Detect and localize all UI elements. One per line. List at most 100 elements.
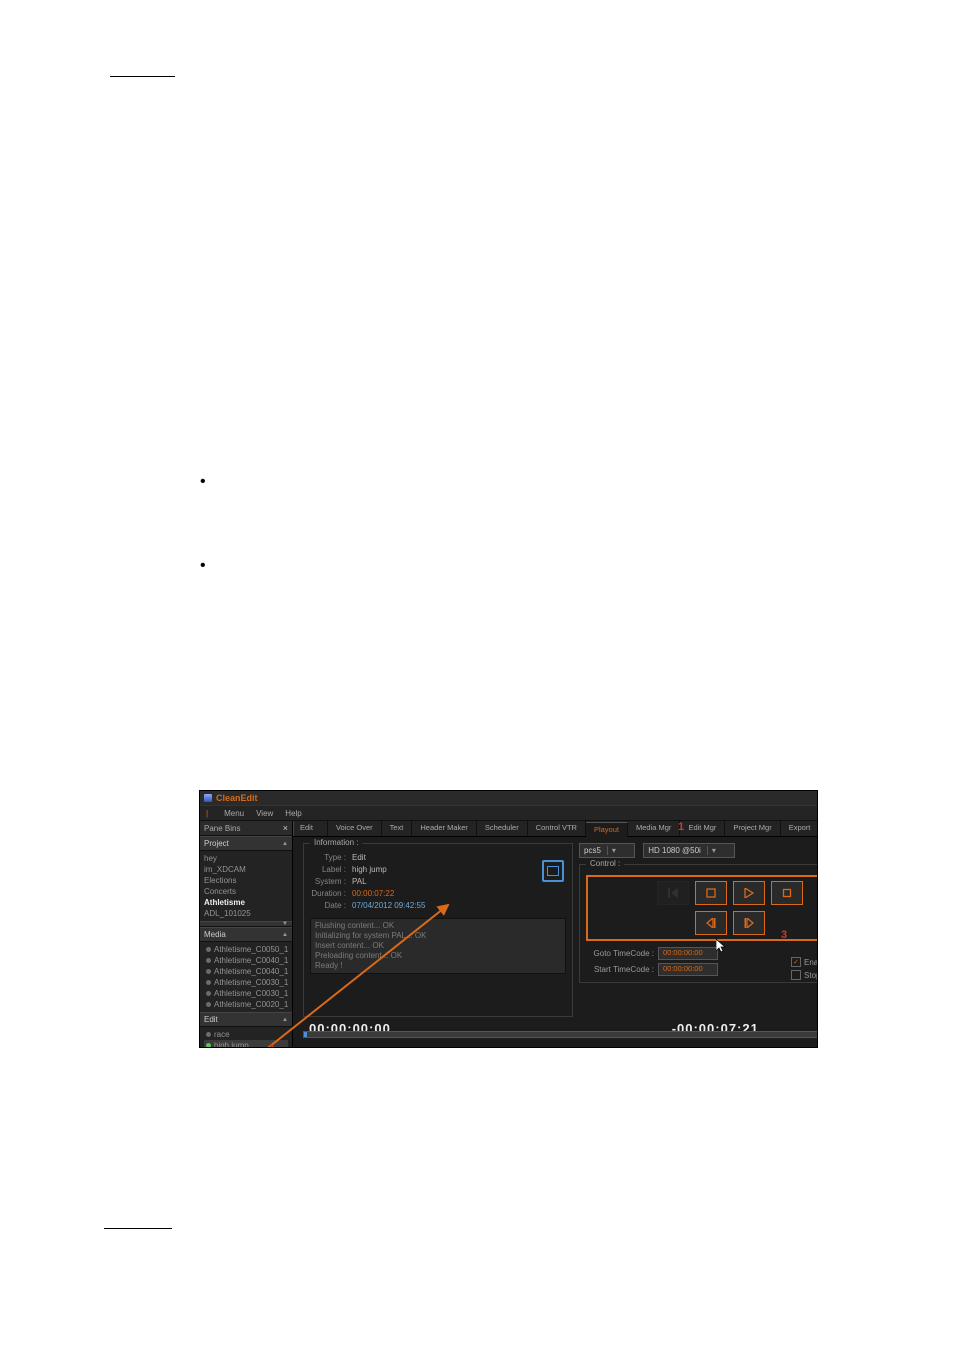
stop-warning-label: Stop Warning — [804, 971, 818, 980]
enable-play-shuttle-label: Enable Play Shuttle — [804, 958, 818, 967]
project-item[interactable]: hey — [204, 853, 288, 864]
pause-button[interactable] — [695, 881, 727, 905]
timeline-track[interactable] — [303, 1031, 818, 1038]
format-select[interactable]: HD 1080 @50i ▾ — [643, 843, 735, 858]
edit-header[interactable]: Edit ▲ — [200, 1012, 292, 1027]
status-line: Flushing content... OK — [315, 921, 561, 931]
timeline-in-marker[interactable] — [304, 1032, 307, 1037]
transport-buttons-frame — [586, 875, 818, 941]
start-tc-input[interactable]: 00:00:00:00 — [658, 963, 718, 976]
page-underline-1 — [110, 76, 175, 77]
app-window: CleanEdit | Menu View Help Pane Bins × P… — [199, 790, 818, 1048]
project-item-selected[interactable]: Athletisme — [204, 897, 288, 908]
status-line: Ready ! — [315, 961, 561, 971]
tab-voice-over[interactable]: Voice Over — [328, 821, 382, 836]
stop-warning-checkbox[interactable]: Stop Warning — [791, 970, 818, 980]
stop-icon — [782, 888, 792, 898]
tab-media-mgr[interactable]: Media Mgr — [628, 821, 680, 836]
pause-rect-icon — [706, 888, 716, 898]
start-tc-label: Start TimeCode : — [586, 965, 654, 974]
left-pane: Pane Bins × Project ▲ hey im_XDCAM Elect… — [200, 821, 293, 1048]
info-type-label: Type : — [310, 852, 346, 864]
stop-button[interactable] — [771, 881, 803, 905]
step-back-button[interactable] — [695, 911, 727, 935]
collapse-icon[interactable]: ▲ — [282, 1017, 288, 1023]
goto-tc-input[interactable]: 00:00:00:00 — [658, 947, 718, 960]
tab-project-mgr[interactable]: Project Mgr — [725, 821, 780, 836]
status-line: Preloading content... OK — [315, 951, 561, 961]
edit-title: Edit — [204, 1015, 218, 1024]
timeline-bar[interactable]: 00:00:00:00 -00:00:07:21 — [303, 1025, 818, 1045]
tab-scheduler[interactable]: Scheduler — [477, 821, 528, 836]
enable-play-shuttle-checkbox[interactable]: ✓ Enable Play Shuttle — [791, 957, 818, 967]
title-bar: CleanEdit — [200, 791, 817, 805]
media-header[interactable]: Media ▲ — [200, 927, 292, 942]
chevron-down-icon: ▾ — [707, 846, 720, 855]
server-select[interactable]: pcs5 ▾ — [579, 843, 635, 858]
control-group: Control : — [579, 864, 818, 983]
edit-item-selected[interactable]: high jump — [204, 1040, 288, 1048]
app-title: CleanEdit — [216, 793, 258, 803]
step-forward-button[interactable] — [733, 911, 765, 935]
project-list: hey im_XDCAM Elections Concerts Athletis… — [200, 851, 292, 921]
step-forward-icon — [744, 918, 754, 928]
edit-item[interactable]: race — [204, 1029, 288, 1040]
media-item[interactable]: Athletisme_C0050_1 — [204, 944, 288, 955]
server-select-value: pcs5 — [584, 846, 601, 855]
playout-content: Information : Type : Edit Label : high j… — [293, 837, 818, 1017]
project-header[interactable]: Project ▲ — [200, 836, 292, 851]
page-bullet-1: • — [200, 473, 206, 491]
tab-header-maker[interactable]: Header Maker — [412, 821, 477, 836]
info-system-label: System : — [310, 876, 346, 888]
project-item[interactable]: Elections — [204, 875, 288, 886]
media-item[interactable]: Athletisme_C0030_1 — [204, 988, 288, 999]
play-button[interactable] — [733, 881, 765, 905]
main-area: Pane Bins × Project ▲ hey im_XDCAM Elect… — [200, 821, 817, 1048]
options-column: ✓ Enable Play Shuttle Stop Warning — [791, 957, 818, 980]
info-label-label: Label : — [310, 864, 346, 876]
app-logo-icon — [204, 794, 212, 802]
menu-item-menu[interactable]: Menu — [224, 809, 244, 818]
collapse-icon[interactable]: ▲ — [282, 841, 288, 847]
info-date-value: 07/04/2012 09:42:55 — [352, 900, 425, 912]
timecode-fields: Goto TimeCode : 00:00:00:00 Start TimeCo… — [586, 947, 818, 976]
tab-playout[interactable]: Playout — [586, 822, 628, 837]
play-icon — [744, 888, 754, 898]
edit-list: race high jump — [200, 1027, 292, 1048]
app-menu-icon: | — [206, 809, 208, 818]
tab-export[interactable]: Export — [781, 821, 818, 836]
info-date-label: Date : — [310, 900, 346, 912]
info-type-value: Edit — [352, 852, 366, 864]
checkbox-icon: ✓ — [791, 957, 801, 967]
tab-text[interactable]: Text — [382, 821, 413, 836]
format-select-value: HD 1080 @50i — [648, 846, 701, 855]
tab-control-vtr[interactable]: Control VTR — [528, 821, 586, 836]
edl-icon[interactable] — [542, 860, 564, 882]
menu-item-view[interactable]: View — [256, 809, 273, 818]
project-item[interactable]: Concerts — [204, 886, 288, 897]
collapse-icon[interactable]: ▲ — [282, 932, 288, 938]
status-line: Initializing for system PAL... OK — [315, 931, 561, 941]
goto-tc-label: Goto TimeCode : — [586, 949, 654, 958]
project-item[interactable]: im_XDCAM — [204, 864, 288, 875]
recue-icon — [668, 888, 678, 898]
media-item[interactable]: Athletisme_C0040_1 — [204, 955, 288, 966]
menu-item-help[interactable]: Help — [285, 809, 301, 818]
media-item[interactable]: Athletisme_C0020_1 — [204, 999, 288, 1010]
project-item[interactable]: ADL_101025 — [204, 908, 288, 919]
media-item[interactable]: Athletisme_C0040_1 — [204, 966, 288, 977]
info-duration-value: 00:00:07:22 — [352, 888, 394, 900]
media-title: Media — [204, 930, 226, 939]
page-bullet-2: • — [200, 557, 206, 575]
tab-edit-mgr[interactable]: Edit Mgr — [680, 821, 725, 836]
pane-bins-header: Pane Bins × — [200, 821, 292, 836]
info-system-value: PAL — [352, 876, 367, 888]
recue-button[interactable] — [657, 881, 689, 905]
close-icon[interactable]: × — [283, 823, 288, 833]
menu-bar: | Menu View Help — [200, 805, 817, 821]
info-duration-label: Duration : — [310, 888, 346, 900]
media-item[interactable]: Athletisme_C0030_1 — [204, 977, 288, 988]
tab-edit[interactable]: Edit — [293, 821, 328, 836]
control-legend: Control : — [586, 859, 624, 868]
project-title: Project — [204, 839, 229, 848]
